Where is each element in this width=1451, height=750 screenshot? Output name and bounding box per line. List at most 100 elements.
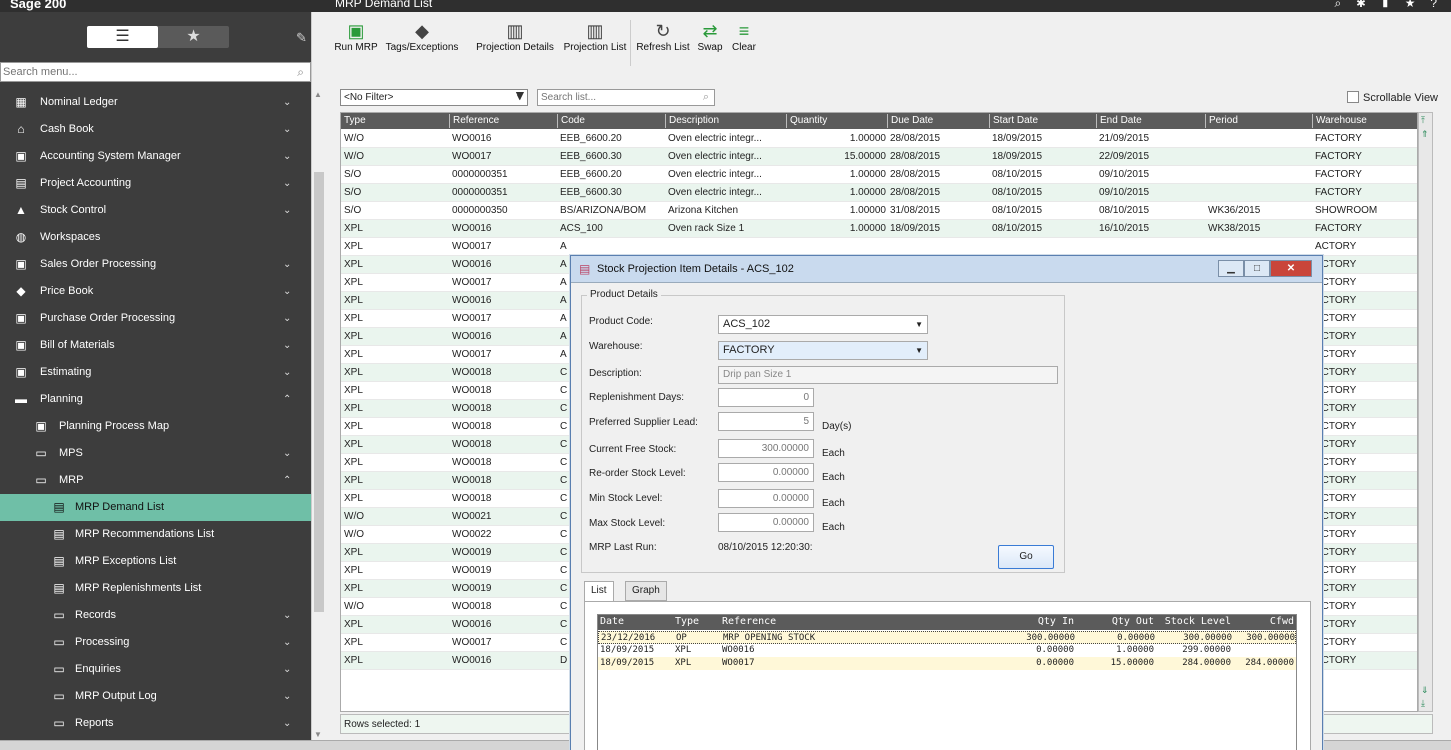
projection-column-date[interactable]: Date [600,616,670,627]
list-search-box[interactable]: ⌕ [537,89,715,106]
menu-search-box[interactable]: ⌕ [0,62,311,82]
projection-row[interactable]: 18/09/2015 XPL WO0016 0.00000 1.00000 299.000… [598,644,1296,657]
table-row[interactable]: XPL WO0017 A ACTORY [341,238,1417,256]
chevron-down-icon[interactable]: ⌄ [283,710,291,737]
sidebar-item-stock-control[interactable]: ▲ Stock Control ⌄ [0,197,311,224]
favourites-star-icon[interactable]: ★ [158,26,229,48]
tab-graph[interactable]: Graph [625,581,667,601]
table-row[interactable]: S/O 0000000351 EEB_6600.20 Oven electric in… [341,166,1417,184]
table-row[interactable]: S/O 0000000351 EEB_6600.30 Oven electric in… [341,184,1417,202]
table-row[interactable]: XPL WO0016 ACS_100 Oven rack Size 1 1.00000 1… [341,220,1417,238]
edit-pencil-icon[interactable]: ✎ [296,30,307,46]
column-header-start-date[interactable]: Start Date [989,114,1038,128]
chevron-down-icon[interactable]: ⌄ [283,89,291,116]
scroll-top-icon[interactable]: ⤒ [1421,115,1425,126]
sidebar-item-mrp-demand-list[interactable]: ▤ MRP Demand List [0,494,311,521]
sidebar-item-project-accounting[interactable]: ▤ Project Accounting ⌄ [0,170,311,197]
column-header-warehouse[interactable]: Warehouse [1312,114,1367,128]
chevron-down-icon[interactable]: ⌄ [283,305,291,332]
go-button[interactable]: Go [998,545,1054,569]
menu-favourites-toggle[interactable]: ☰ ★ [87,26,229,48]
top-icons[interactable]: ⌕ ✱ ▮ ★ ? [1334,0,1443,11]
sidebar-item-purchase-order-processing[interactable]: ▣ Purchase Order Processing ⌄ [0,305,311,332]
table-row[interactable]: W/O WO0017 EEB_6600.30 Oven electric integr… [341,148,1417,166]
projection-column-stock-level[interactable]: Stock Level [1163,616,1231,627]
sidebar-item-records[interactable]: ▭ Records ⌄ [0,602,311,629]
sidebar-item-reports[interactable]: ▭ Reports ⌄ [0,710,311,737]
scrollable-view-checkbox[interactable]: Scrollable View [1347,91,1438,104]
sidebar-item-price-book[interactable]: ◆ Price Book ⌄ [0,278,311,305]
menu-search-input[interactable] [1,63,281,81]
projection-row[interactable]: 18/09/2015 XPL WO0017 0.00000 15.00000 284.00… [598,657,1296,670]
checkbox[interactable] [1347,91,1359,103]
sidebar-item-estimating[interactable]: ▣ Estimating ⌄ [0,359,311,386]
sidebar-item-sales-order-processing[interactable]: ▣ Sales Order Processing ⌄ [0,251,311,278]
supplier-lead-field[interactable]: 5 [718,412,814,431]
filter-dropdown[interactable]: <No Filter> ▼ [340,89,528,106]
column-header-period[interactable]: Period [1205,114,1238,128]
projection-details-button[interactable]: ▥ Projection Details [468,20,562,68]
column-header-description[interactable]: Description [665,114,719,128]
close-button[interactable]: ✕ [1270,260,1312,277]
tags-exceptions-button[interactable]: ◆ Tags/Exceptions [378,20,466,68]
scroll-down-arrow-icon[interactable]: ▼ [314,730,322,739]
warehouse-select[interactable]: FACTORY ▼ [718,341,928,360]
refresh-list-button[interactable]: ↻ Refresh List [635,20,691,68]
projection-list-button[interactable]: ▥ Projection List [563,20,627,68]
chevron-down-icon[interactable]: ⌄ [283,197,291,224]
sidebar-item-workspaces[interactable]: ◍ Workspaces [0,224,311,251]
sidebar-item-mrp-recommendations-list[interactable]: ▤ MRP Recommendations List [0,521,311,548]
sidebar-item-processing[interactable]: ▭ Processing ⌄ [0,629,311,656]
projection-column-qty-out[interactable]: Qty Out [1088,616,1154,627]
list-search-input[interactable] [538,90,688,105]
chevron-down-icon[interactable]: ⌄ [283,278,291,305]
dialog-title-bar[interactable]: ▤ Stock Projection Item Details - ACS_10… [571,256,1322,283]
chevron-down-icon[interactable]: ⌄ [283,332,291,359]
sidebar-item-planning-process-map[interactable]: ▣ Planning Process Map [0,413,311,440]
sidebar-item-accounting-system-manager[interactable]: ▣ Accounting System Manager ⌄ [0,143,311,170]
minimize-button[interactable]: ▁ [1218,260,1244,277]
menu-view-icon[interactable]: ☰ [87,26,158,48]
chevron-up-icon[interactable]: ⌃ [283,467,291,494]
sidebar-scrollbar[interactable]: ▲ ▼ [311,12,325,750]
scroll-thumb[interactable] [314,172,324,612]
chevron-down-icon[interactable]: ⌄ [283,602,291,629]
projection-column-reference[interactable]: Reference [722,616,922,627]
chevron-down-icon[interactable]: ⌄ [283,656,291,683]
chevron-down-icon[interactable]: ⌄ [283,170,291,197]
projection-column-cfwd[interactable]: Cfwd [1234,616,1294,627]
chevron-down-icon[interactable]: ⌄ [283,143,291,170]
sidebar-item-mrp-exceptions-list[interactable]: ▤ MRP Exceptions List [0,548,311,575]
run-mrp-button[interactable]: ▣ Run MRP [334,20,378,68]
swap-button[interactable]: ⇄ Swap [693,20,727,68]
maximize-button[interactable]: □ [1244,260,1270,277]
sidebar-item-mrp-output-log[interactable]: ▭ MRP Output Log ⌄ [0,683,311,710]
projection-column-qty-in[interactable]: Qty In [998,616,1074,627]
projection-column-type[interactable]: Type [675,616,715,627]
filter-funnel-icon[interactable]: ▼ [513,87,527,103]
sidebar-item-mrp[interactable]: ▭ MRP ⌃ [0,467,311,494]
sidebar-item-enquiries[interactable]: ▭ Enquiries ⌄ [0,656,311,683]
scroll-page-up-icon[interactable]: ⇑ [1421,129,1429,140]
tab-list[interactable]: List [584,581,614,603]
scroll-page-down-icon[interactable]: ⇓ [1421,685,1429,696]
chevron-down-icon[interactable]: ⌄ [283,629,291,656]
sidebar-item-bill-of-materials[interactable]: ▣ Bill of Materials ⌄ [0,332,311,359]
chevron-down-icon[interactable]: ⌄ [283,683,291,710]
replenishment-days-field[interactable]: 0 [718,388,814,407]
column-header-reference[interactable]: Reference [449,114,499,128]
sidebar-item-mps[interactable]: ▭ MPS ⌄ [0,440,311,467]
scroll-bottom-icon[interactable]: ⤓ [1421,698,1425,709]
sidebar-item-planning[interactable]: ▬ Planning ⌃ [0,386,311,413]
chevron-down-icon[interactable]: ⌄ [283,116,291,143]
product-code-select[interactable]: ACS_102 ▼ [718,315,928,334]
column-header-code[interactable]: Code [557,114,585,128]
chevron-down-icon[interactable]: ⌄ [283,440,291,467]
sidebar-item-mrp-replenishments-list[interactable]: ▤ MRP Replenishments List [0,575,311,602]
grid-scrollbar[interactable]: ⤒ ⇑ ⇓ ⤓ [1418,112,1433,712]
projection-row[interactable]: 23/12/2016 OP MRP OPENING STOCK 300.00000 0.… [598,631,1296,644]
search-icon[interactable]: ⌕ [703,91,709,104]
scroll-up-arrow-icon[interactable]: ▲ [314,90,322,99]
table-row[interactable]: W/O WO0016 EEB_6600.20 Oven electric integr… [341,130,1417,148]
column-header-end-date[interactable]: End Date [1096,114,1142,128]
